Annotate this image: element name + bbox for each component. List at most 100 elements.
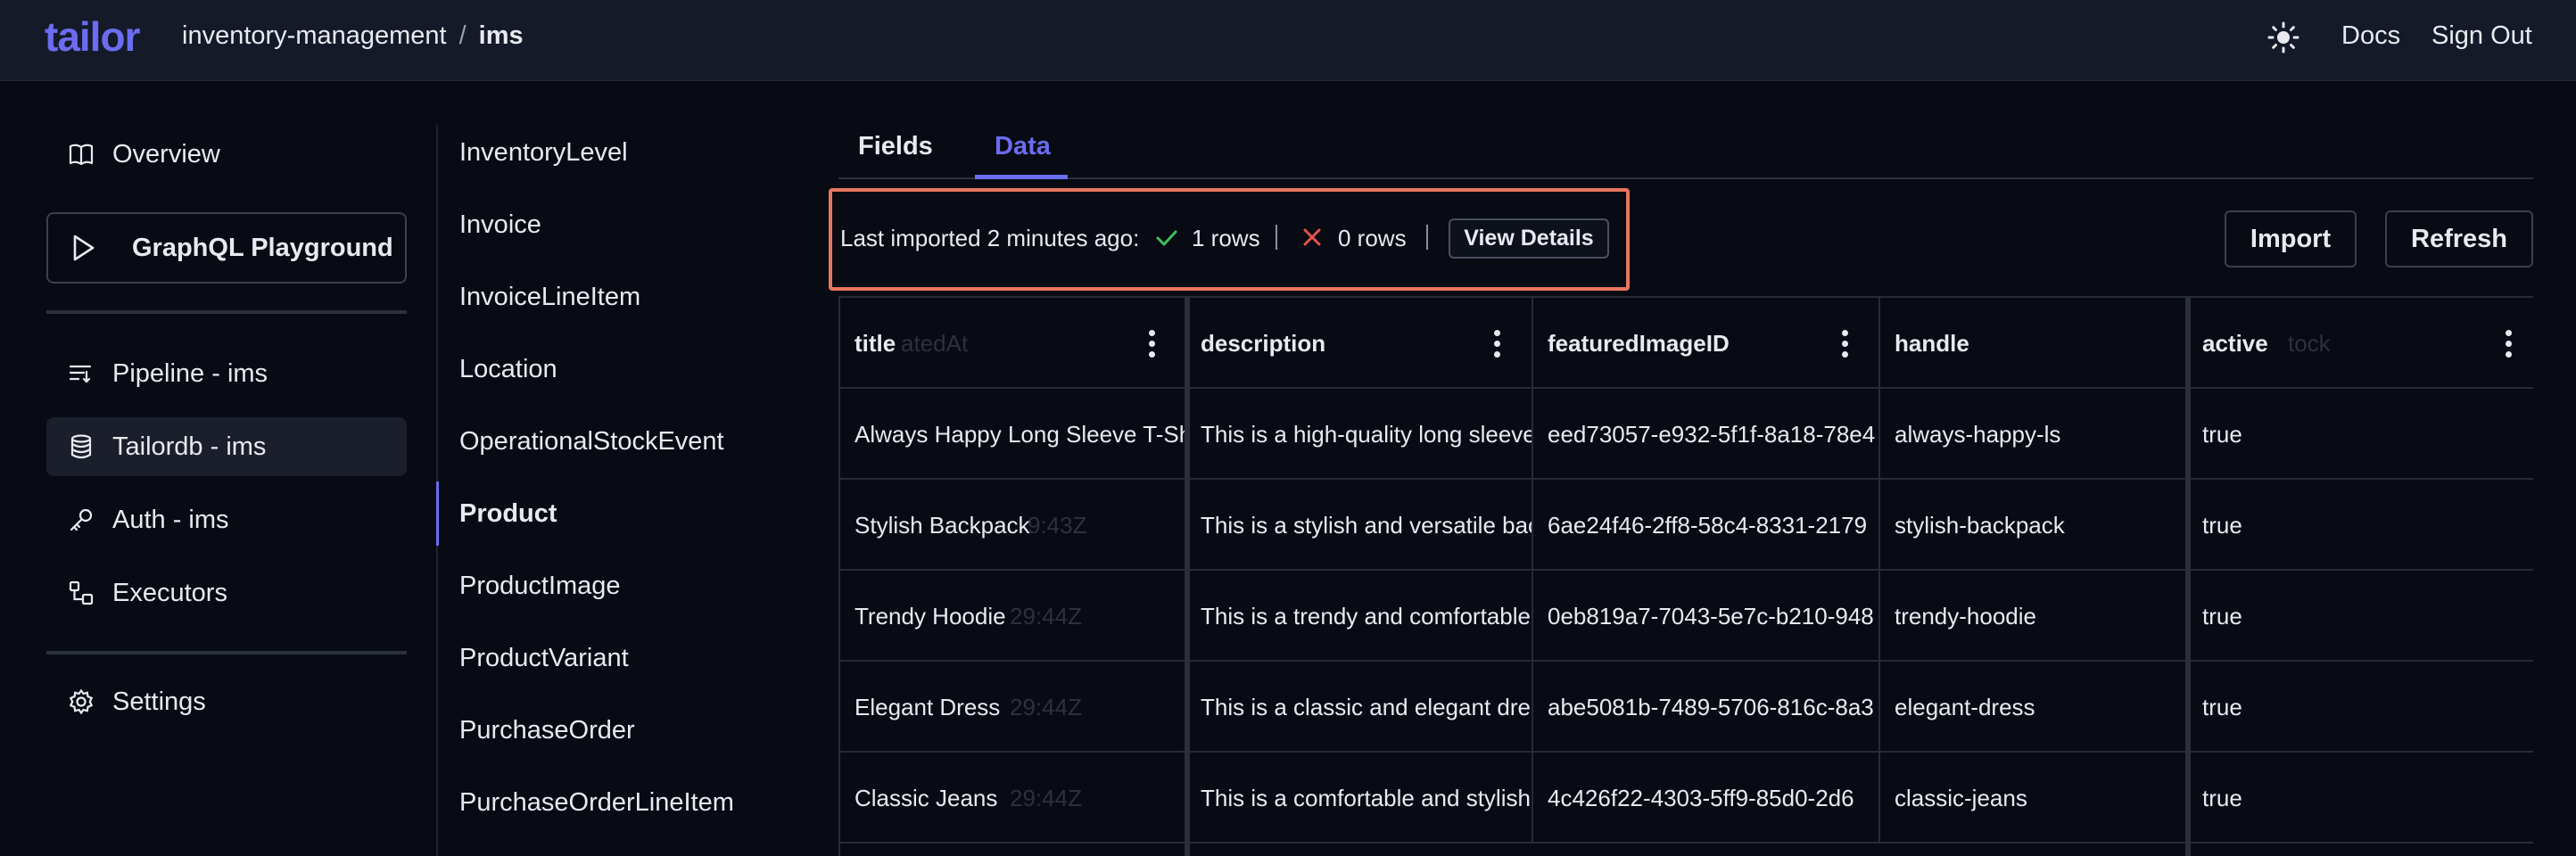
table-cell[interactable]: 29:44Z Trendy Hoodie bbox=[840, 571, 1186, 662]
tab-data[interactable]: Data bbox=[995, 132, 1051, 161]
column-header-label: featuredImageID bbox=[1548, 330, 1730, 357]
kebab-icon[interactable] bbox=[1149, 330, 1156, 360]
cell-text: true bbox=[2202, 694, 2242, 720]
status-separator bbox=[1276, 225, 1277, 250]
play-icon bbox=[68, 233, 98, 263]
cell-text: This is a stylish and versatile backpack bbox=[1201, 512, 1532, 539]
sign-out-link[interactable]: Sign Out bbox=[2432, 21, 2532, 51]
column-header-active[interactable]: tock active bbox=[2188, 298, 2533, 389]
cell-text: This is a classic and elegant dress bbox=[1201, 694, 1533, 720]
sidebar-item-pipeline[interactable]: Pipeline - ims bbox=[46, 344, 407, 403]
cell-text: eed73057-e932-5f1f-8a18-78e4 bbox=[1548, 421, 1876, 448]
sidebar-item-label: Settings bbox=[112, 687, 206, 716]
status-separator bbox=[1426, 225, 1428, 250]
view-details-button[interactable]: View Details bbox=[1449, 218, 1609, 259]
ghost-cell-text: 29:44Z bbox=[1010, 694, 1082, 720]
import-success-count: 1 rows bbox=[1192, 225, 1260, 251]
type-item-location[interactable]: Location bbox=[459, 355, 557, 384]
type-item-operationalstockevent[interactable]: OperationalStockEvent bbox=[459, 427, 724, 457]
table-cell[interactable]: true bbox=[2188, 662, 2533, 753]
column-header-featuredimageid[interactable]: featuredImageID bbox=[1533, 298, 1880, 389]
table-cell[interactable]: 0eb819a7-7043-5e7c-b210-948 bbox=[1533, 571, 1880, 662]
top-header: tailor inventory-management / ims Docs Sig… bbox=[0, 0, 2576, 81]
table-cell[interactable]: true bbox=[2188, 571, 2533, 662]
sidebar-divider bbox=[46, 310, 407, 314]
tab-fields[interactable]: Fields bbox=[858, 132, 933, 161]
import-status-text: Last imported 2 minutes ago: bbox=[840, 225, 1140, 251]
column-header-description[interactable]: description bbox=[1186, 298, 1533, 389]
type-item-inventorylevel[interactable]: InventoryLevel bbox=[459, 138, 628, 168]
database-icon bbox=[68, 433, 95, 460]
sidebar-item-settings[interactable]: Settings bbox=[46, 672, 407, 731]
table-cell[interactable]: classic-jeans bbox=[1880, 753, 2188, 844]
breadcrumb-app[interactable]: ims bbox=[479, 21, 524, 50]
sidebar-item-label: Tailordb - ims bbox=[112, 432, 267, 461]
column-header-label: title bbox=[855, 330, 896, 357]
executors-icon bbox=[68, 580, 95, 606]
table-cell[interactable]: This is a stylish and versatile backpack bbox=[1186, 480, 1533, 571]
type-item-product[interactable]: Product bbox=[459, 499, 557, 529]
sidebar-divider bbox=[46, 651, 407, 654]
table-cell[interactable]: This is a trendy and comfortable bbox=[1186, 571, 1533, 662]
table-cell[interactable]: stylish-backpack bbox=[1880, 480, 2188, 571]
sidebar-item-executors[interactable]: Executors bbox=[46, 564, 407, 622]
table-cell[interactable]: 29:44Z Classic Jeans bbox=[840, 753, 1186, 844]
sidebar-item-auth[interactable]: Auth - ims bbox=[46, 490, 407, 549]
table-cell[interactable]: 6ae24f46-2ff8-58c4-8331-2179 bbox=[1533, 480, 1880, 571]
pinned-column-shadow bbox=[1185, 298, 1190, 856]
table-cell[interactable]: true bbox=[2188, 753, 2533, 844]
table-cell[interactable]: 4c426f22-4303-5ff9-85d0-2d6 bbox=[1533, 753, 1880, 844]
table-cell[interactable]: 9:43Z Stylish Backpack bbox=[840, 480, 1186, 571]
table-cell[interactable]: This is a high-quality long sleeve bbox=[1186, 389, 1533, 480]
book-icon bbox=[68, 141, 95, 168]
cell-text: always-happy-ls bbox=[1895, 421, 2061, 448]
type-item-productimage[interactable]: ProductImage bbox=[459, 572, 621, 601]
tailor-logo[interactable]: tailor bbox=[45, 12, 140, 61]
docs-link[interactable]: Docs bbox=[2341, 21, 2400, 51]
cell-text: This is a comfortable and stylish bbox=[1201, 785, 1531, 811]
check-icon bbox=[1154, 226, 1179, 251]
x-icon bbox=[1300, 226, 1324, 249]
ghost-cell-text: 29:44Z bbox=[1010, 603, 1082, 630]
type-item-purchaseorderlineitem[interactable]: PurchaseOrderLineItem bbox=[459, 788, 734, 818]
refresh-button[interactable]: Refresh bbox=[2385, 210, 2533, 268]
table-cell[interactable]: abe5081b-7489-5706-816c-8a3 bbox=[1533, 662, 1880, 753]
table-cell[interactable]: trendy-hoodie bbox=[1880, 571, 2188, 662]
column-header-title[interactable]: atedAt title bbox=[840, 298, 1186, 389]
table-cell[interactable]: This is a classic and elegant dress bbox=[1186, 662, 1533, 753]
table-cell[interactable]: always-happy-ls bbox=[1880, 389, 2188, 480]
cell-text: Trendy Hoodie bbox=[855, 603, 1006, 630]
breadcrumb-project[interactable]: inventory-management bbox=[182, 21, 447, 50]
table-cell[interactable]: true bbox=[2188, 480, 2533, 571]
cell-text: true bbox=[2202, 421, 2242, 448]
table-cell[interactable]: Always Happy Long Sleeve T-Shirt bbox=[840, 389, 1186, 480]
table-cell[interactable]: true bbox=[2188, 389, 2533, 480]
key-icon bbox=[68, 506, 95, 533]
column-header-handle[interactable]: handle bbox=[1880, 298, 2188, 389]
graphql-playground-button[interactable]: GraphQL Playground bbox=[46, 212, 407, 284]
table-cell[interactable]: This is a comfortable and stylish bbox=[1186, 753, 1533, 844]
type-item-purchaseorder[interactable]: PurchaseOrder bbox=[459, 716, 635, 745]
sidebar-item-tailordb[interactable]: Tailordb - ims bbox=[46, 417, 407, 476]
sidebar-item-label: Pipeline - ims bbox=[112, 358, 268, 388]
column-header-label: handle bbox=[1895, 330, 1969, 357]
table-cell[interactable]: eed73057-e932-5f1f-8a18-78e4 bbox=[1533, 389, 1880, 480]
import-button[interactable]: Import bbox=[2225, 210, 2357, 268]
cell-text: Elegant Dress bbox=[855, 694, 1001, 720]
kebab-icon[interactable] bbox=[1494, 330, 1501, 360]
cell-text: 4c426f22-4303-5ff9-85d0-2d6 bbox=[1548, 785, 1854, 811]
kebab-icon[interactable] bbox=[1842, 330, 1849, 360]
kebab-icon[interactable] bbox=[2506, 330, 2513, 360]
cell-text: abe5081b-7489-5706-816c-8a3 bbox=[1548, 694, 1874, 720]
table-cell[interactable]: 29:44Z Elegant Dress bbox=[840, 662, 1186, 753]
type-item-invoice[interactable]: Invoice bbox=[459, 210, 541, 240]
table-cell[interactable]: elegant-dress bbox=[1880, 662, 2188, 753]
pinned-column-shadow bbox=[2185, 298, 2191, 856]
sun-icon[interactable] bbox=[2266, 20, 2301, 55]
type-item-invoicelineitem[interactable]: InvoiceLineItem bbox=[459, 283, 640, 312]
type-item-productvariant[interactable]: ProductVariant bbox=[459, 644, 629, 673]
cell-text: classic-jeans bbox=[1895, 785, 2027, 811]
cell-text: Always Happy Long Sleeve T-Shirt bbox=[855, 421, 1186, 448]
sidebar-item-overview[interactable]: Overview bbox=[46, 125, 407, 184]
cell-text: 6ae24f46-2ff8-58c4-8331-2179 bbox=[1548, 512, 1868, 539]
